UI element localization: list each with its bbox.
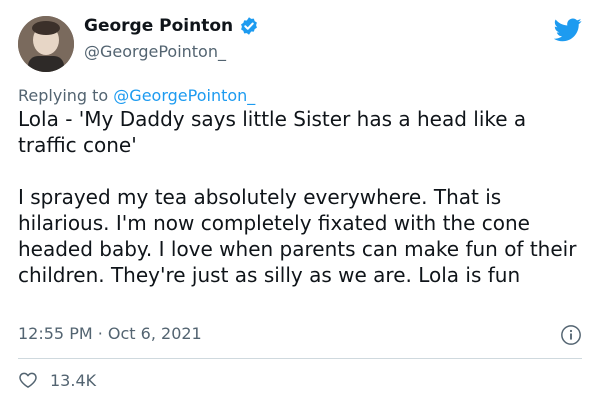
reply-mention-link[interactable]: @GeorgePointon_ bbox=[113, 86, 255, 105]
heart-icon[interactable] bbox=[18, 370, 38, 390]
tweet-paragraph: I sprayed my tea absolutely everywhere. … bbox=[18, 185, 577, 287]
divider bbox=[18, 358, 582, 359]
avatar-photo bbox=[18, 16, 74, 72]
author-display-name[interactable]: George Pointon bbox=[84, 16, 233, 36]
verified-badge-icon bbox=[239, 16, 259, 36]
replying-to-line: Replying to @GeorgePointon_ bbox=[18, 86, 255, 105]
author-name-row: George Pointon bbox=[84, 16, 259, 36]
like-action[interactable]: 13.4K bbox=[18, 370, 96, 390]
tweet-paragraph: Lola - 'My Daddy says little Sister has … bbox=[18, 107, 527, 157]
tweet-timestamp[interactable]: 12:55 PM · Oct 6, 2021 bbox=[18, 324, 202, 343]
replying-to-prefix: Replying to bbox=[18, 86, 114, 105]
like-count: 13.4K bbox=[50, 370, 97, 390]
avatar[interactable] bbox=[18, 16, 74, 72]
info-icon[interactable] bbox=[560, 324, 582, 346]
author-handle[interactable]: @GeorgePointon_ bbox=[84, 42, 226, 61]
tweet-text: Lola - 'My Daddy says little Sister has … bbox=[18, 106, 588, 288]
twitter-bird-icon[interactable] bbox=[554, 18, 582, 42]
